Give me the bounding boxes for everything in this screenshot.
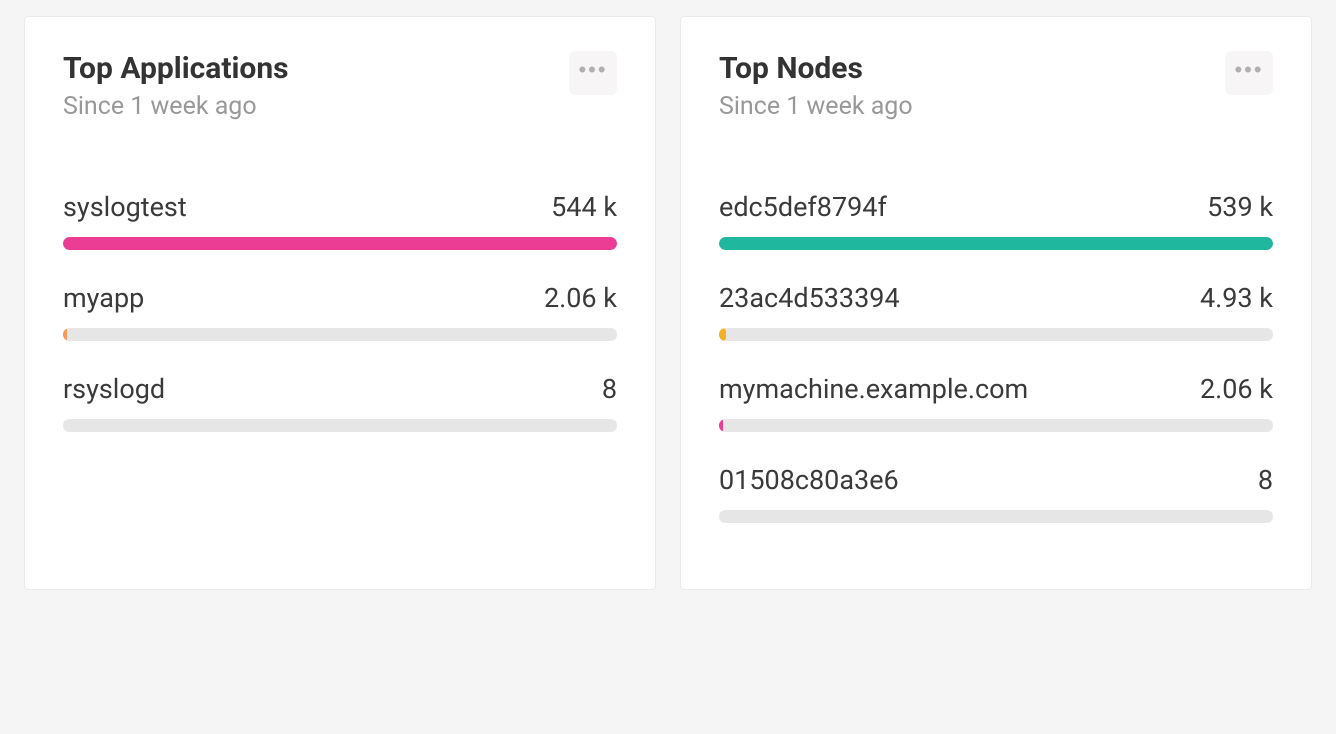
bar-track — [719, 237, 1273, 250]
bar-track — [63, 237, 617, 250]
list-item: edc5def8794f 539 k — [719, 191, 1273, 250]
item-label: 01508c80a3e6 — [719, 464, 899, 496]
item-value: 8 — [602, 373, 617, 405]
item-value: 2.06 k — [544, 282, 617, 314]
item-list: edc5def8794f 539 k 23ac4d533394 4.93 k — [719, 191, 1273, 523]
card-title: Top Applications — [63, 51, 289, 86]
item-label: myapp — [63, 282, 144, 314]
bar-track — [719, 419, 1273, 432]
card-title-block: Top Applications Since 1 week ago — [63, 51, 289, 121]
bar-fill — [63, 237, 617, 250]
item-value: 544 k — [551, 191, 617, 223]
bar-track — [63, 328, 617, 341]
card-header: Top Nodes Since 1 week ago ••• — [719, 51, 1273, 121]
list-item: syslogtest 544 k — [63, 191, 617, 250]
item-label: 23ac4d533394 — [719, 282, 900, 314]
item-label: mymachine.example.com — [719, 373, 1028, 405]
list-item: 23ac4d533394 4.93 k — [719, 282, 1273, 341]
bar-track — [63, 419, 617, 432]
card-subtitle: Since 1 week ago — [63, 92, 289, 121]
item-value: 2.06 k — [1200, 373, 1273, 405]
item-row: rsyslogd 8 — [63, 373, 617, 405]
dashboard-cards: Top Applications Since 1 week ago ••• sy… — [24, 16, 1312, 590]
bar-fill — [719, 419, 723, 432]
item-value: 8 — [1258, 464, 1273, 496]
bar-fill — [63, 328, 67, 341]
bar-track — [719, 510, 1273, 523]
item-row: 01508c80a3e6 8 — [719, 464, 1273, 496]
item-row: 23ac4d533394 4.93 k — [719, 282, 1273, 314]
bar-fill — [719, 237, 1273, 250]
ellipsis-icon: ••• — [578, 57, 607, 83]
ellipsis-icon: ••• — [1234, 57, 1263, 83]
item-row: edc5def8794f 539 k — [719, 191, 1273, 223]
list-item: rsyslogd 8 — [63, 373, 617, 432]
list-item: myapp 2.06 k — [63, 282, 617, 341]
card-subtitle: Since 1 week ago — [719, 92, 913, 121]
list-item: mymachine.example.com 2.06 k — [719, 373, 1273, 432]
item-row: mymachine.example.com 2.06 k — [719, 373, 1273, 405]
item-row: syslogtest 544 k — [63, 191, 617, 223]
card-title-block: Top Nodes Since 1 week ago — [719, 51, 913, 121]
card-top-nodes: Top Nodes Since 1 week ago ••• edc5def87… — [680, 16, 1312, 590]
item-label: edc5def8794f — [719, 191, 887, 223]
item-value: 4.93 k — [1200, 282, 1273, 314]
item-label: rsyslogd — [63, 373, 165, 405]
card-top-applications: Top Applications Since 1 week ago ••• sy… — [24, 16, 656, 590]
card-menu-button[interactable]: ••• — [1225, 51, 1273, 95]
item-row: myapp 2.06 k — [63, 282, 617, 314]
item-label: syslogtest — [63, 191, 187, 223]
card-header: Top Applications Since 1 week ago ••• — [63, 51, 617, 121]
item-value: 539 k — [1207, 191, 1273, 223]
list-item: 01508c80a3e6 8 — [719, 464, 1273, 523]
card-menu-button[interactable]: ••• — [569, 51, 617, 95]
bar-fill — [719, 328, 726, 341]
card-title: Top Nodes — [719, 51, 913, 86]
bar-track — [719, 328, 1273, 341]
item-list: syslogtest 544 k myapp 2.06 k rsyslo — [63, 191, 617, 432]
